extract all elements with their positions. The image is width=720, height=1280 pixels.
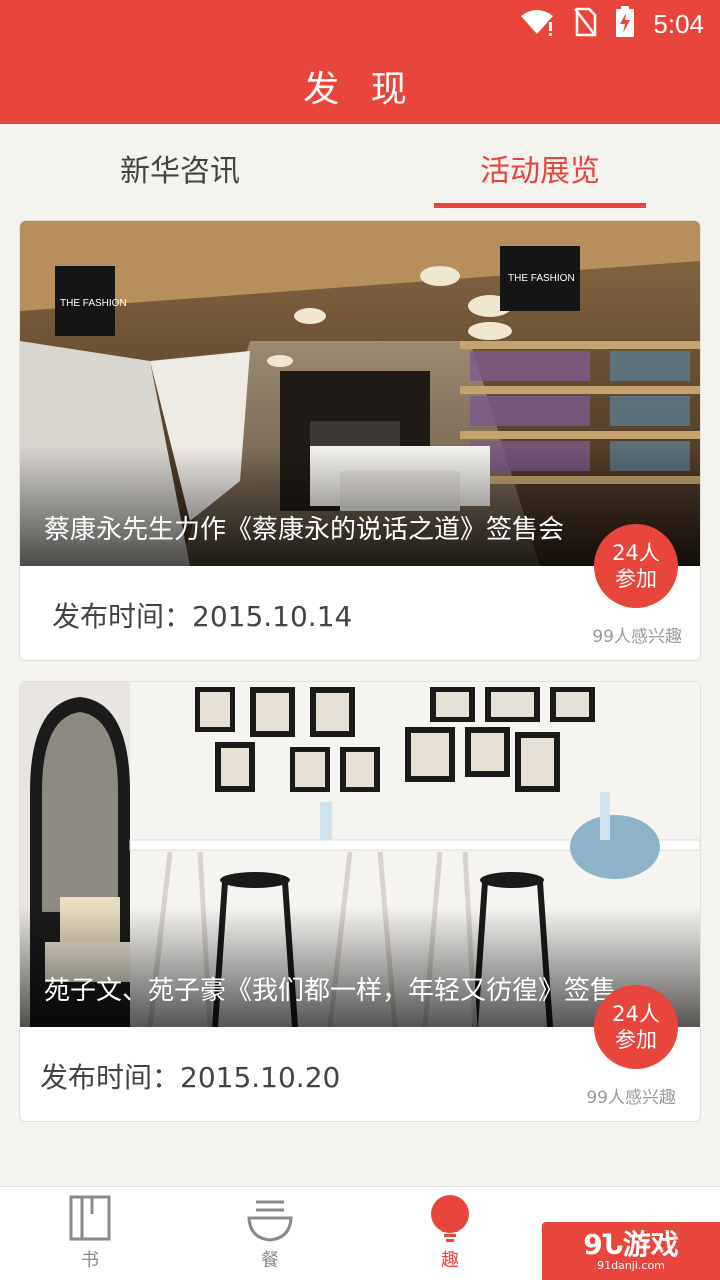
interest-count: 99人感兴趣 — [592, 627, 682, 647]
tab-events[interactable]: 活动展览 — [360, 124, 720, 212]
tab-news[interactable]: 新华咨讯 — [0, 124, 360, 212]
site-watermark: 9Ն游戏 91danji.com — [542, 1222, 720, 1280]
watermark-url: 91danji.com — [597, 1259, 665, 1272]
nav-fun-label: 趣 — [441, 1250, 459, 1271]
interest-count: 99人感兴趣 — [586, 1088, 676, 1108]
gallery-room-photo: 苑子文、苑子豪《我们都一样，年轻又彷徨》签售 — [20, 682, 700, 1027]
no-sim-icon — [573, 7, 597, 41]
event-card[interactable]: 苑子文、苑子豪《我们都一样，年轻又彷徨》签售 24人 参加 发布时间：2015.… — [19, 681, 701, 1122]
publish-date: 发布时间：2015.10.20 — [40, 1061, 341, 1094]
participants-badge: 24人 参加 — [594, 524, 678, 608]
status-bar: 5:04 — [0, 0, 720, 48]
participants-count: 24人 — [612, 1002, 660, 1026]
nav-book-label: 书 — [81, 1250, 99, 1271]
publish-date: 发布时间：2015.10.14 — [52, 600, 353, 633]
nav-fun[interactable]: 趣 — [360, 1187, 540, 1280]
tab-bar: 新华咨讯 活动展览 — [0, 124, 720, 212]
bulb-icon — [431, 1195, 469, 1242]
event-card[interactable]: THE FASHION THE FASHION 蔡康永先生力作《蔡康永的说话之道… — [19, 220, 701, 661]
participants-label: 参加 — [615, 567, 657, 591]
svg-text:THE FASHION: THE FASHION — [60, 298, 127, 309]
event-title: 苑子文、苑子豪《我们都一样，年轻又彷徨》签售 — [44, 976, 617, 1006]
bookstore-photo: THE FASHION THE FASHION 蔡康永先生力作《蔡康永的说话之道… — [20, 221, 700, 566]
battery-charging-icon — [615, 6, 635, 42]
bowl-icon — [247, 1200, 293, 1242]
nav-dining[interactable]: 餐 — [180, 1187, 360, 1280]
participants-label: 参加 — [615, 1028, 657, 1052]
participants-badge: 24人 参加 — [594, 985, 678, 1069]
book-icon — [69, 1195, 111, 1241]
participants-count: 24人 — [612, 541, 660, 565]
watermark-logo-text: 9Ն游戏 — [583, 1228, 679, 1261]
svg-text:THE FASHION: THE FASHION — [508, 273, 575, 284]
status-time: 5:04 — [653, 8, 704, 39]
page-title: 发 现 — [0, 48, 720, 124]
wifi-icon — [519, 8, 555, 40]
event-title: 蔡康永先生力作《蔡康永的说话之道》签售会 — [44, 515, 565, 545]
nav-dining-label: 餐 — [261, 1250, 279, 1271]
nav-book[interactable]: 书 — [0, 1187, 180, 1280]
